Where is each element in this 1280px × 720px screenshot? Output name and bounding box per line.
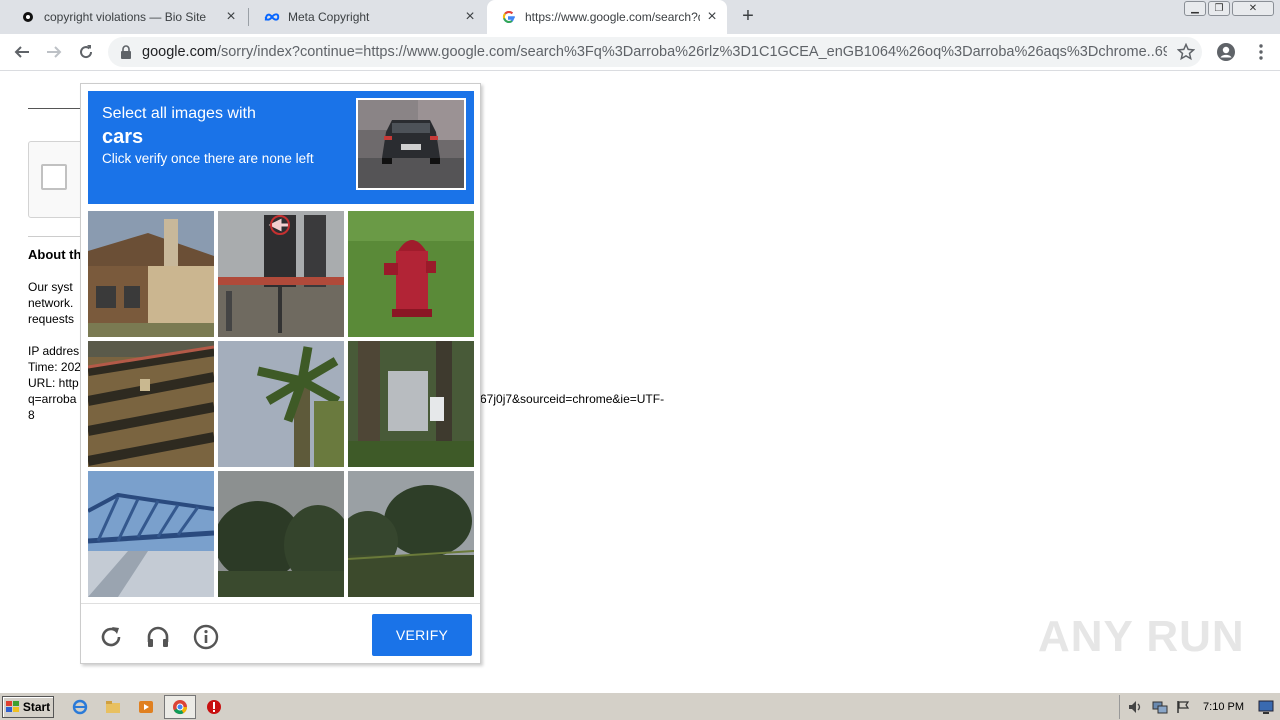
info-icon[interactable] xyxy=(193,624,219,650)
chrome-icon xyxy=(173,700,188,715)
arrow-left-icon xyxy=(14,46,29,58)
image-tile-forest-road[interactable] xyxy=(218,471,344,597)
address-bar[interactable]: google.com/sorry/index?continue=https://… xyxy=(108,37,1202,67)
tab-meta-copyright[interactable]: Meta Copyright × xyxy=(250,0,485,34)
clock: 7:10 PM xyxy=(1203,701,1244,713)
restore-button[interactable]: ❐ xyxy=(1208,1,1230,16)
tab-title: Meta Copyright xyxy=(288,10,370,24)
image-tile-house[interactable] xyxy=(88,211,214,337)
close-icon[interactable]: × xyxy=(224,9,238,25)
bio-site-favicon-icon xyxy=(20,9,36,25)
internet-explorer-icon[interactable] xyxy=(72,699,88,715)
captcha-header: Select all images with cars Click verify… xyxy=(88,91,474,204)
google-favicon-icon xyxy=(501,9,517,25)
account-icon xyxy=(1217,43,1235,61)
captcha-dialog: Select all images with cars Click verify… xyxy=(80,83,481,664)
image-tile-traffic-light[interactable] xyxy=(218,211,344,337)
url-tail-text: 67j0j7&sourceid=chrome&ie=UTF- xyxy=(480,392,665,406)
forward-button[interactable] xyxy=(43,41,65,63)
bookmark-star-icon[interactable] xyxy=(1177,43,1195,61)
recaptcha-checkbox[interactable] xyxy=(41,164,67,190)
meta-logo-icon xyxy=(264,9,280,25)
show-desktop-icon[interactable] xyxy=(1258,700,1274,714)
anyrun-watermark: ANY RUN xyxy=(1038,612,1245,661)
menu-button[interactable] xyxy=(1250,41,1272,63)
tab-divider xyxy=(248,8,249,26)
more-vertical-icon xyxy=(1259,44,1263,60)
minimize-button[interactable]: ▁ xyxy=(1184,1,1206,16)
new-tab-button[interactable]: + xyxy=(738,6,758,26)
image-tile-bridge[interactable] xyxy=(88,471,214,597)
folder-icon[interactable] xyxy=(105,699,121,715)
image-tile-palm-tree[interactable] xyxy=(218,341,344,467)
about-heading: About th xyxy=(28,247,82,262)
network-icon[interactable] xyxy=(1152,700,1168,714)
volume-icon[interactable] xyxy=(1128,700,1144,714)
instruction-line: Select all images with xyxy=(102,105,256,122)
start-label: Start xyxy=(22,700,51,714)
close-icon[interactable]: × xyxy=(463,9,477,25)
tab-strip: copyright violations — Bio Site × Meta C… xyxy=(0,0,1280,34)
divider xyxy=(28,236,88,237)
browser-toolbar: google.com/sorry/index?continue=https://… xyxy=(0,34,1280,71)
image-tile-treeline[interactable] xyxy=(348,471,474,597)
tab-bio-site[interactable]: copyright violations — Bio Site × xyxy=(6,0,246,34)
sample-car-image xyxy=(356,98,466,190)
captcha-footer: VERIFY xyxy=(81,603,480,664)
image-tile-fire-hydrant[interactable] xyxy=(348,211,474,337)
page-text-line: Our syst xyxy=(28,280,73,294)
instruction-target: cars xyxy=(102,126,144,148)
page-text-line: network. xyxy=(28,296,74,310)
close-window-button[interactable]: ✕ xyxy=(1232,1,1274,16)
taskbar: Start 7:10 PM xyxy=(0,692,1280,720)
url-text: google.com/sorry/index?continue=https://… xyxy=(142,44,1167,60)
arrow-right-icon xyxy=(47,46,62,58)
page-text-line: q=arroba xyxy=(28,392,77,406)
start-button[interactable]: Start xyxy=(2,696,54,718)
back-button[interactable] xyxy=(11,41,33,63)
verify-button[interactable]: VERIFY xyxy=(372,614,472,656)
page-text-line: URL: http xyxy=(28,376,79,390)
page-text-line: IP addres xyxy=(28,344,80,358)
tab-title: https://www.google.com/search?q= xyxy=(525,10,700,24)
image-tile-railway[interactable] xyxy=(88,341,214,467)
tab-title: copyright violations — Bio Site xyxy=(44,10,207,24)
media-player-icon[interactable] xyxy=(138,699,154,715)
chrome-taskbar-button[interactable] xyxy=(164,695,196,719)
lock-icon xyxy=(121,45,131,59)
reload-icon[interactable] xyxy=(98,624,124,650)
profile-button[interactable] xyxy=(1215,41,1237,63)
stop-sign-icon[interactable] xyxy=(206,699,222,715)
image-grid xyxy=(88,211,474,597)
divider xyxy=(28,108,88,109)
image-tile-trees[interactable] xyxy=(348,341,474,467)
system-tray: 7:10 PM xyxy=(1119,695,1280,719)
headphones-icon[interactable] xyxy=(145,624,171,650)
page-text-line: requests xyxy=(28,312,75,326)
windows-logo-icon xyxy=(5,701,19,712)
instruction-hint: Click verify once there are none left xyxy=(102,151,314,166)
reload-icon xyxy=(80,45,93,59)
page-text-line: 8 xyxy=(28,408,35,422)
close-icon[interactable]: × xyxy=(705,9,719,25)
reload-button[interactable] xyxy=(75,41,97,63)
page-text-line: Time: 202 xyxy=(28,360,81,374)
tab-google-search[interactable]: https://www.google.com/search?q= × xyxy=(487,0,727,34)
flag-icon[interactable] xyxy=(1176,700,1190,714)
